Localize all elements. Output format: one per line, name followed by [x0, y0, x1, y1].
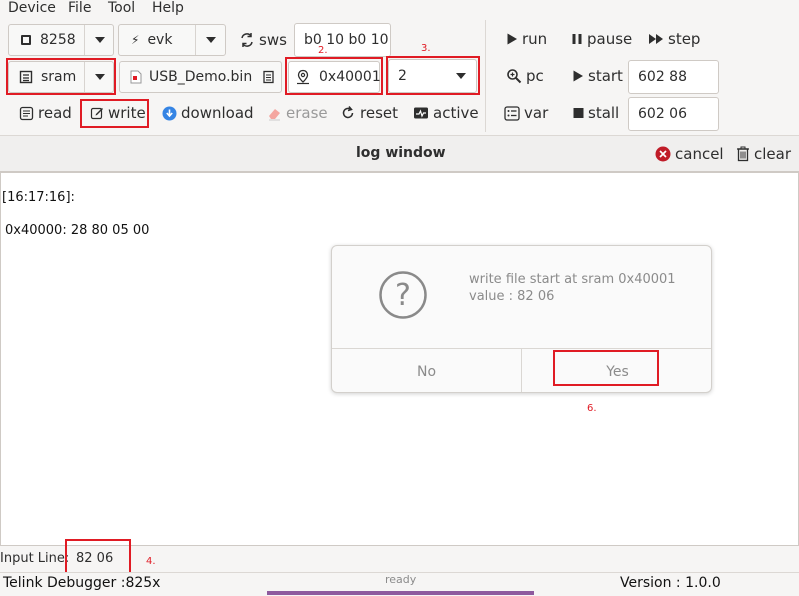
document-icon — [261, 70, 275, 84]
highlight-memory — [6, 58, 116, 95]
pause-label: pause — [587, 30, 633, 48]
start-value-field[interactable]: 602 88 — [628, 60, 719, 94]
cancel-icon — [655, 146, 671, 162]
highlight-write — [80, 99, 149, 128]
run-label: run — [522, 30, 548, 48]
annotation-2: 2. — [318, 45, 328, 56]
stop-icon — [573, 107, 584, 119]
download-icon — [162, 106, 177, 121]
var-button[interactable]: var — [504, 104, 548, 122]
pc-label: pc — [526, 67, 544, 85]
menu-device[interactable]: Device — [8, 0, 56, 16]
chip-select[interactable]: 8258 — [8, 24, 114, 56]
toolbar-separator — [485, 20, 486, 132]
read-label: read — [38, 104, 72, 122]
progress-bar — [267, 591, 534, 595]
menu-tool[interactable]: Tool — [108, 0, 135, 16]
pause-icon — [571, 32, 583, 46]
annotation-4: 4. — [146, 556, 156, 567]
file-select-button[interactable]: USB_Demo.bin — [119, 61, 282, 93]
cancel-button[interactable]: cancel — [655, 145, 724, 163]
cancel-label: cancel — [675, 145, 724, 163]
input-line-label: Input Line: — [0, 551, 70, 566]
status-text: ready — [385, 573, 417, 586]
status-app-name: Telink Debugger :825x — [3, 575, 161, 591]
stall-value-field[interactable]: 602 06 — [628, 97, 719, 131]
log-header: log window cancel clear — [0, 135, 799, 172]
chip-value: 8258 — [40, 32, 76, 48]
menu-file[interactable]: File — [68, 0, 91, 16]
board-select[interactable]: ⚡︎ evk — [118, 24, 226, 56]
start-value: 602 88 — [638, 69, 687, 85]
clear-label: clear — [754, 145, 792, 163]
read-button[interactable]: read — [19, 104, 72, 122]
status-bar: Telink Debugger :825x ready Version : 1.… — [0, 572, 799, 596]
plug-icon: ⚡︎ — [131, 33, 140, 47]
clear-button[interactable]: clear — [736, 145, 791, 163]
download-button[interactable]: download — [162, 104, 254, 122]
play-icon — [506, 32, 518, 46]
no-button[interactable]: No — [332, 348, 522, 392]
svg-text:?: ? — [395, 278, 411, 313]
chip-icon — [19, 33, 33, 47]
eraser-icon — [267, 106, 282, 121]
dialog-value: value : 82 06 — [469, 289, 555, 304]
sync-icon — [239, 32, 255, 48]
log-line: [16:17:16]: — [2, 190, 75, 205]
file-icon — [130, 70, 142, 84]
highlight-address — [285, 57, 383, 95]
dialog-message: write file start at sram 0x40001 — [469, 272, 676, 287]
step-button[interactable]: step — [648, 30, 700, 48]
var-label: var — [524, 104, 549, 122]
pc-button[interactable]: pc — [506, 67, 544, 85]
highlight-yes — [553, 350, 659, 386]
active-label: active — [433, 104, 479, 122]
step-label: step — [668, 30, 701, 48]
zoom-icon — [506, 68, 522, 84]
reset-icon — [340, 105, 356, 121]
no-label: No — [416, 363, 437, 380]
sws-button[interactable]: sws — [239, 31, 287, 49]
run-button[interactable]: run — [506, 30, 547, 48]
start-button[interactable]: start — [572, 67, 623, 85]
highlight-input — [65, 539, 131, 575]
reset-label: reset — [360, 104, 398, 122]
erase-button[interactable]: erase — [267, 104, 328, 122]
download-label: download — [181, 104, 254, 122]
start-label: start — [588, 67, 623, 85]
stall-label: stall — [588, 104, 620, 122]
sws-label: sws — [259, 31, 287, 49]
sws-value: b0 10 b0 10 — [304, 32, 389, 48]
fast-forward-icon — [648, 32, 664, 46]
chevron-down-icon[interactable] — [195, 25, 225, 55]
reset-button[interactable]: reset — [340, 104, 398, 122]
annotation-6: 6. — [587, 403, 597, 414]
active-button[interactable]: active — [413, 104, 479, 122]
status-version: Version : 1.0.0 — [620, 575, 721, 591]
trash-icon — [736, 146, 750, 162]
highlight-size — [386, 56, 480, 95]
stall-value: 602 06 — [638, 106, 687, 122]
list-icon — [504, 105, 520, 121]
log-line: 0x40000: 28 80 05 00 — [5, 223, 150, 238]
annotation-3: 3. — [421, 43, 431, 54]
monitor-icon — [413, 106, 429, 120]
menu-bar: Device File Tool Help — [0, 0, 799, 18]
pause-button[interactable]: pause — [571, 30, 632, 48]
chevron-down-icon[interactable] — [84, 25, 114, 55]
sws-value-field[interactable]: b0 10 b0 10 — [294, 23, 391, 57]
board-value: evk — [147, 32, 173, 48]
question-icon: ? — [378, 270, 428, 320]
log-title: log window — [356, 145, 446, 161]
menu-help[interactable]: Help — [152, 0, 184, 16]
stall-button[interactable]: stall — [573, 104, 619, 122]
read-icon — [19, 106, 34, 121]
play-icon — [572, 69, 584, 83]
erase-label: erase — [286, 104, 328, 122]
file-name: USB_Demo.bin — [149, 69, 253, 85]
